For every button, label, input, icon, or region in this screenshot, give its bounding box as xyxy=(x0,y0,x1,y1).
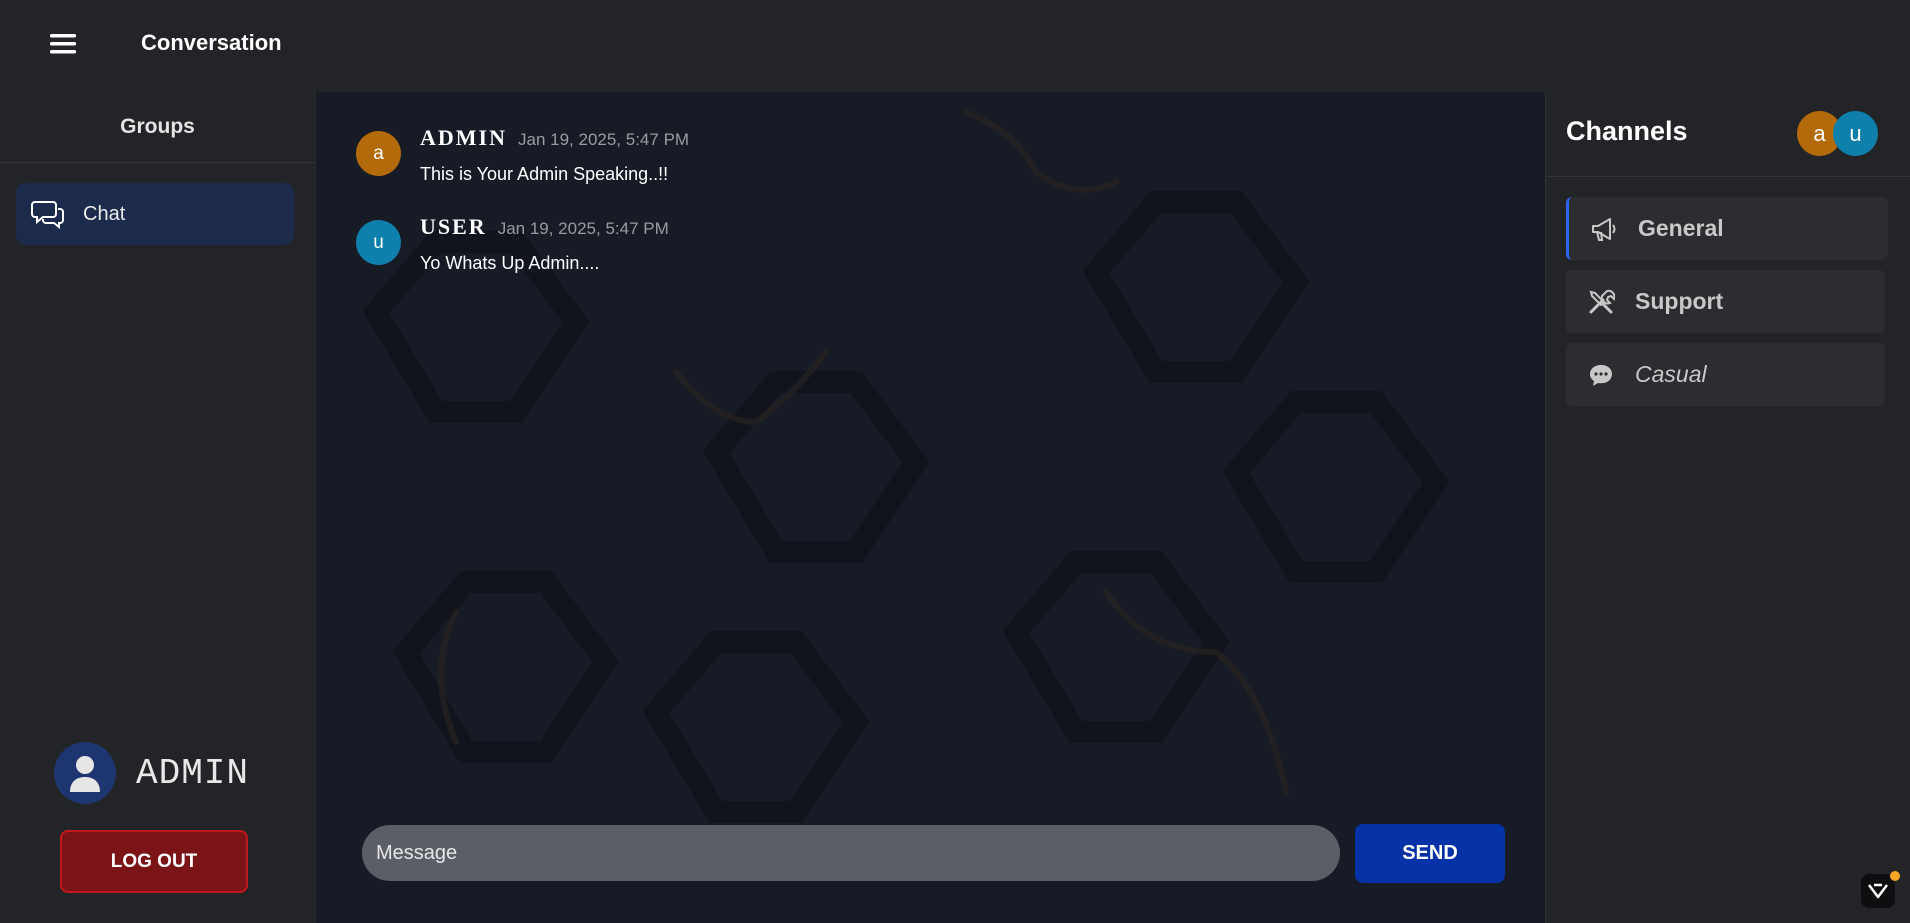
message-item: u USER Jan 19, 2025, 5:47 PM Yo Whats Up… xyxy=(356,214,669,274)
channel-item-casual[interactable]: Casual xyxy=(1566,343,1885,406)
member-avatar: u xyxy=(1833,111,1878,156)
notification-dot xyxy=(1890,871,1900,881)
sender-avatar: a xyxy=(356,131,401,176)
group-item-label: Chat xyxy=(83,202,126,225)
chat-bubbles-icon xyxy=(30,196,66,232)
message-composer: SEND xyxy=(362,824,1505,883)
channel-label: Casual xyxy=(1635,361,1707,387)
message-item: a ADMIN Jan 19, 2025, 5:47 PM This is Yo… xyxy=(356,125,690,185)
channel-item-support[interactable]: Support xyxy=(1566,270,1885,333)
speech-bubble-icon xyxy=(1586,360,1616,390)
channel-item-general[interactable]: General xyxy=(1566,197,1888,260)
hamburger-menu-button[interactable] xyxy=(40,24,86,64)
logout-button[interactable]: LOG OUT xyxy=(60,830,248,893)
send-button[interactable]: SEND xyxy=(1355,824,1505,883)
channel-label: Support xyxy=(1635,288,1724,314)
channels-heading: Channels xyxy=(1566,116,1688,146)
chat-panel: a ADMIN Jan 19, 2025, 5:47 PM This is Yo… xyxy=(316,92,1545,923)
message-input[interactable] xyxy=(362,825,1340,881)
channels-header: Channels a u xyxy=(1546,92,1910,177)
user-avatar-icon xyxy=(54,742,116,804)
top-bar: Conversation xyxy=(0,0,1910,93)
member-avatars: a u xyxy=(1797,111,1881,157)
groups-sidebar: Groups Chat ADMIN LOG OUT xyxy=(0,92,316,923)
message-timestamp: Jan 19, 2025, 5:47 PM xyxy=(518,130,690,149)
current-user-profile: ADMIN xyxy=(54,742,249,804)
message-text: Yo Whats Up Admin.... xyxy=(420,253,600,273)
megaphone-icon xyxy=(1589,214,1619,244)
page-title: Conversation xyxy=(141,30,282,55)
channel-label: General xyxy=(1638,215,1724,241)
sender-avatar: u xyxy=(356,220,401,265)
app-logo-icon[interactable] xyxy=(1861,874,1895,908)
sender-name: USER xyxy=(420,214,487,239)
tools-icon xyxy=(1586,287,1616,317)
message-timestamp: Jan 19, 2025, 5:47 PM xyxy=(497,219,669,238)
hamburger-icon xyxy=(50,34,76,54)
message-text: This is Your Admin Speaking..!! xyxy=(420,164,669,184)
groups-heading: Groups xyxy=(0,92,315,163)
sender-name: ADMIN xyxy=(420,125,507,150)
group-item-chat[interactable]: Chat xyxy=(16,183,294,245)
current-user-name: ADMIN xyxy=(136,752,250,794)
channels-sidebar: Channels a u General Support Casual xyxy=(1545,92,1910,923)
